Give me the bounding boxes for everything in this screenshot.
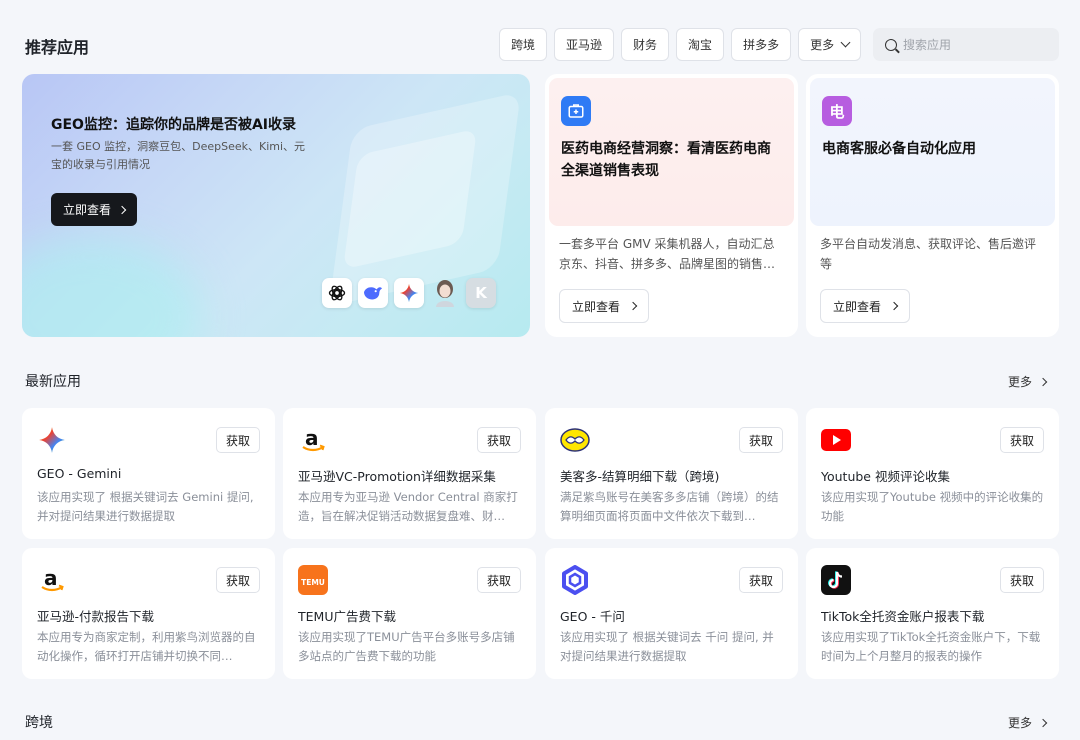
qianwen-icon [560,565,590,595]
chevron-right-icon [1038,718,1048,727]
app-name: 亚马逊VC-Promotion详细数据采集 [298,469,496,484]
featured-view-button[interactable]: 立即查看 [820,289,911,323]
tiktok-icon [821,565,851,595]
filter-chip-amazon[interactable]: 亚马逊 [554,28,615,61]
app-description: 本应用专为亚马逊 Vendor Central 商家打造，旨在解决促销活动数据复… [298,490,518,523]
amazon-letter: a [44,566,58,590]
ecommerce-icon: 电 [822,96,852,126]
app-card-amazon-payment-report[interactable]: a 获取 亚马逊-付款报告下载 本应用专为商家定制，利用紫鸟浏览器的自动化操作，… [22,548,275,679]
search-icon [885,38,897,51]
get-app-button[interactable]: 获取 [215,567,260,593]
filter-chip-pinduoduo[interactable]: 拼多多 [731,28,792,61]
filter-chip-cross-border[interactable]: 跨境 [499,28,548,61]
featured-card-description: 一套多平台 GMV 采集机器人，自动汇总京东、抖音、拼多多、品牌星图的销售… [559,237,776,271]
ai-model-icons: K [322,278,496,308]
more-link-label: 更多 [1007,716,1032,730]
app-name: TikTok全托资金账户报表下载 [821,609,985,624]
cross-border-section-title: 跨境 [25,715,53,731]
medical-kit-icon [561,96,591,126]
latest-apps-more-link[interactable]: 更多 [1007,373,1048,390]
chevron-right-icon [628,301,638,311]
app-description: 该应用实现了 根据关键词去 Gemini 提问, 并对提问结果进行数据提取 [37,490,254,523]
filter-chip-finance[interactable]: 财务 [621,28,670,61]
search-box[interactable] [873,28,1059,61]
app-card-amazon-vc-promotion[interactable]: a 获取 亚马逊VC-Promotion详细数据采集 本应用专为亚马逊 Vend… [283,408,536,539]
app-description: 该应用实现了 根据关键词去 千问 提问, 并对提问结果进行数据提取 [560,630,774,663]
more-link-label: 更多 [1007,375,1032,389]
hero-view-button-label: 立即查看 [63,203,112,217]
youtube-icon [821,425,851,455]
gemini-icon [394,278,424,308]
get-app-button[interactable]: 获取 [999,567,1044,593]
featured-view-button[interactable]: 立即查看 [559,289,650,323]
category-filter-bar: 跨境 亚马逊 财务 淘宝 拼多多 更多 [499,28,862,61]
app-card-geo-gemini[interactable]: 获取 GEO - Gemini 该应用实现了 根据关键词去 Gemini 提问,… [22,408,275,539]
app-card-tiktok-fund-report[interactable]: 获取 TikTok全托资金账户报表下载 该应用实现了TikTok全托资金账户下，… [806,548,1059,679]
get-app-button[interactable]: 获取 [215,427,260,453]
chevron-right-icon [1038,377,1048,386]
featured-card-header: 医药电商经营洞察：看清医药电商全渠道销售表现 [549,78,794,226]
app-store-page: 推荐应用 跨境 亚马逊 财务 淘宝 拼多多 更多 GEO监控：追踪你的品牌是否被… [0,0,1080,740]
featured-card-header: 电 电商客服必备自动化应用 [810,78,1055,226]
featured-card-pharma[interactable]: 医药电商经营洞察：看清医药电商全渠道销售表现 一套多平台 GMV 采集机器人，自… [545,74,798,337]
hero-description: 一套 GEO 监控，洞察豆包、DeepSeek、Kimi、元宝的收录与引用情况 [51,140,306,171]
app-description: 该应用实现了Youtube 视频中的评论收集的功能 [821,490,1044,523]
app-name: Youtube 视频评论收集 [821,469,950,484]
kimi-icon: K [466,278,496,308]
chevron-right-icon [889,301,899,311]
hero-decoration [22,237,202,337]
cross-border-more-link[interactable]: 更多 [1007,714,1048,731]
app-description: 该应用实现了TikTok全托资金账户下，下载时间为上个月整月的报表的操作 [821,630,1041,663]
featured-card-ecommerce-service[interactable]: 电 电商客服必备自动化应用 多平台自动发消息、获取评论、售后邀评等 立即查看 [806,74,1059,337]
filter-more-dropdown[interactable]: 更多 [798,28,862,61]
hero-view-button[interactable]: 立即查看 [51,193,138,226]
temu-label: TEMU [301,578,325,587]
featured-view-button-label: 立即查看 [572,299,621,314]
featured-view-button-label: 立即查看 [833,299,882,314]
app-name: 亚马逊-付款报告下载 [37,609,155,624]
app-name: TEMU广告费下载 [298,609,396,624]
hero-banner-geo[interactable]: GEO监控：追踪你的品牌是否被AI收录 一套 GEO 监控，洞察豆包、DeepS… [22,74,530,337]
app-name: GEO - 千问 [560,609,625,624]
search-input[interactable] [903,37,1043,52]
latest-apps-title: 最新应用 [25,374,81,390]
featured-card-description: 多平台自动发消息、获取评论、售后邀评等 [820,237,1037,271]
app-description: 该应用实现了TEMU广告平台多账号多店铺多站点的广告费下载的功能 [298,630,515,663]
hero-title: GEO监控：追踪你的品牌是否被AI收录 [51,117,296,133]
amazon-icon: a [37,565,67,595]
avatar-icon [430,278,460,308]
deepseek-icon [358,278,388,308]
amazon-letter: a [305,426,319,450]
app-name: GEO - Gemini [37,466,122,481]
app-description: 本应用专为商家定制，利用紫鸟浏览器的自动化操作，循环打开店铺并切换不同… [37,630,256,663]
get-app-button[interactable]: 获取 [738,427,783,453]
app-name: 美客多-结算明细下载（跨境) [560,469,720,484]
featured-card-title: 医药电商经营洞察：看清医药电商全渠道销售表现 [561,141,771,179]
app-card-geo-qianwen[interactable]: 获取 GEO - 千问 该应用实现了 根据关键词去 千问 提问, 并对提问结果进… [545,548,798,679]
filter-more-label: 更多 [810,38,835,52]
app-card-temu-ad-fee[interactable]: TEMU 获取 TEMU广告费下载 该应用实现了TEMU广告平台多账号多店铺多站… [283,548,536,679]
temu-icon: TEMU [298,565,328,595]
chevron-down-icon [840,37,851,48]
mercadolibre-icon [560,425,590,455]
page-title: 推荐应用 [25,38,90,57]
app-card-mercadolibre-settlement[interactable]: 获取 美客多-结算明细下载（跨境) 满足紫鸟账号在美客多多店铺（跨境）的结算明细… [545,408,798,539]
get-app-button[interactable]: 获取 [999,427,1044,453]
gemini-icon [37,425,67,455]
chatgpt-icon [322,278,352,308]
app-card-youtube-comments[interactable]: 获取 Youtube 视频评论收集 该应用实现了Youtube 视频中的评论收集… [806,408,1059,539]
get-app-button[interactable]: 获取 [738,567,783,593]
chevron-right-icon [117,205,127,214]
get-app-button[interactable]: 获取 [476,427,521,453]
featured-card-title: 电商客服必备自动化应用 [822,141,976,157]
filter-chip-taobao[interactable]: 淘宝 [676,28,725,61]
get-app-button[interactable]: 获取 [476,567,521,593]
app-description: 满足紫鸟账号在美客多多店铺（跨境）的结算明细页面将页面中文件依次下载到… [560,490,779,523]
amazon-icon: a [298,425,328,455]
